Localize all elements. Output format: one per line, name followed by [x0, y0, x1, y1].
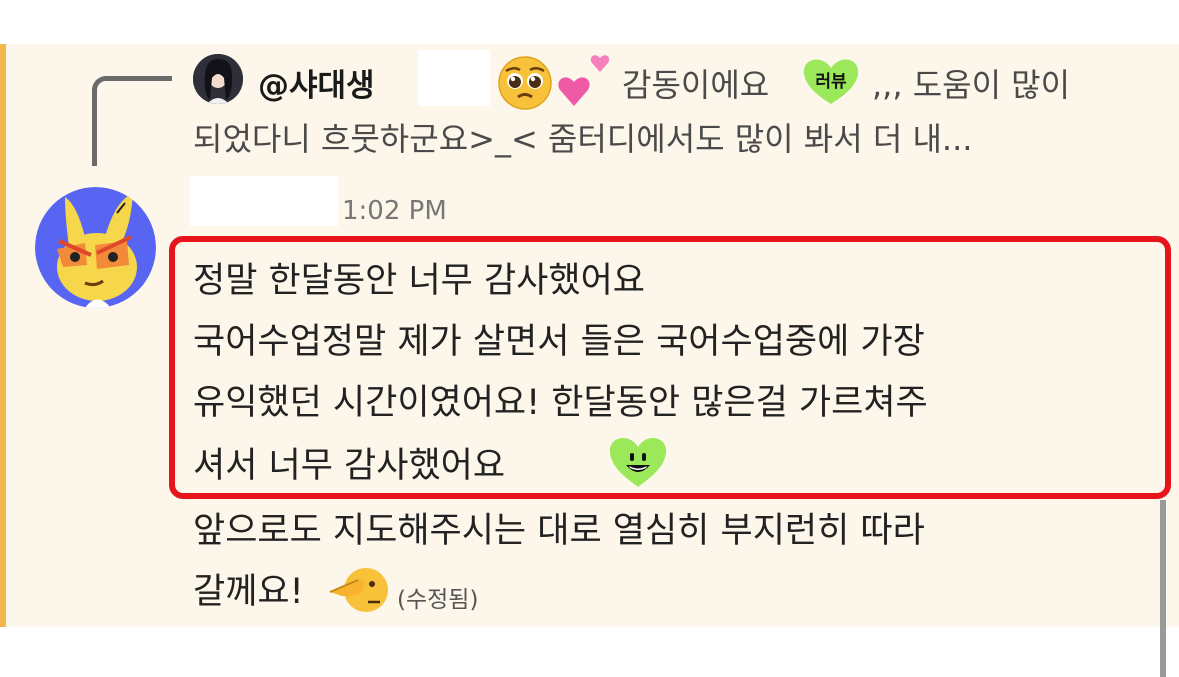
redacted-area: [418, 50, 490, 106]
highlight-annotation-box: [169, 236, 1171, 499]
green-heart-badge-icon: 러뷰: [803, 59, 859, 104]
user-avatar-icon: [193, 54, 243, 104]
badge-label: 러뷰: [815, 72, 847, 92]
message-line-6: 갈께요!: [193, 572, 304, 612]
yellow-rabbit-avatar-icon: [35, 187, 156, 308]
reply-connector: [92, 76, 172, 166]
message-timestamp: 1:02 PM: [342, 196, 447, 226]
redacted-author-name: [190, 176, 338, 226]
pleading-and-hearts-icon: [498, 55, 610, 110]
edited-label: (수정됨): [397, 587, 479, 613]
reply-text-end: ,,, 도움이 많이: [872, 66, 1071, 104]
reply-preview-line[interactable]: 되었다니 흐뭇하군요>_< 줌터디에서도 많이 봐서 더 내...: [193, 114, 972, 160]
mention-highlight-bar: [0, 44, 6, 627]
reply-author-name[interactable]: @샤대생: [258, 60, 375, 105]
pointing-face-icon: [329, 568, 388, 612]
scrollbar[interactable]: [1160, 500, 1166, 677]
reply-author-avatar[interactable]: [193, 54, 243, 104]
message-line-5: 앞으로도 지도해주시는 대로 열심히 부지런히 따라: [193, 511, 925, 551]
reply-text-start: 감동이에요: [622, 66, 770, 104]
author-avatar[interactable]: [35, 187, 156, 308]
